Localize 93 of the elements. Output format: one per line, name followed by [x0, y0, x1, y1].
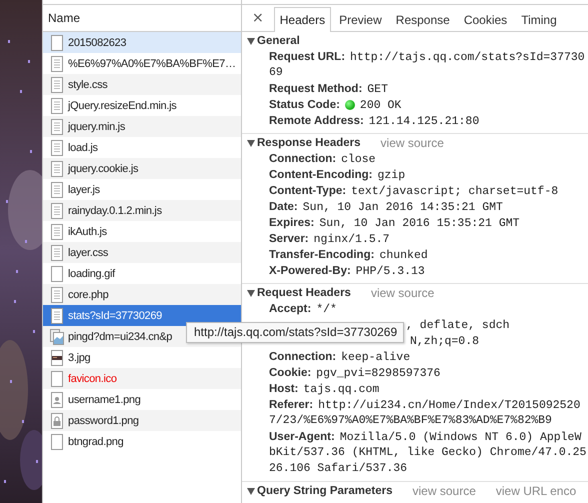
blank-file-icon	[50, 370, 64, 386]
column-header[interactable]: Name	[48, 11, 80, 25]
tab[interactable]: Response	[390, 7, 456, 31]
request-row[interactable]: layer.css	[43, 242, 241, 263]
document-icon	[50, 244, 64, 260]
header-name: Request Method:	[269, 83, 362, 95]
header-name: Content-Encoding:	[269, 169, 372, 181]
tab[interactable]: Timing	[515, 7, 563, 31]
header-name: Cookie:	[269, 367, 312, 379]
section-title[interactable]: General	[257, 35, 300, 47]
header-value: nginx/1.5.7	[314, 232, 390, 246]
header-name: Connection:	[269, 351, 336, 363]
request-row[interactable]: jquery.cookie.js	[43, 158, 241, 179]
header-name: Host:	[269, 383, 298, 395]
document-icon	[50, 286, 64, 302]
tab[interactable]: Headers	[274, 7, 332, 32]
request-row[interactable]: stats?sId=37730269	[43, 305, 241, 326]
section-title[interactable]: Query String Parameters	[257, 485, 393, 497]
header-value: GET	[367, 82, 388, 96]
header-name: X-Powered-By:	[269, 265, 351, 277]
view-link[interactable]: view URL enco	[496, 484, 576, 498]
header-value: http://ui234.cn/Home/Index/T2015092520	[318, 398, 580, 412]
header-value: tajs.qq.com	[303, 382, 380, 396]
document-icon	[50, 56, 64, 72]
header-value: gzip	[377, 168, 406, 182]
user-file-icon	[50, 392, 64, 408]
header-value: Sun, 10 Jan 2016 15:35:21 GMT	[319, 216, 520, 230]
header-name: Remote Address:	[269, 115, 364, 127]
request-row[interactable]: style.css	[43, 74, 241, 95]
header-value: PHP/5.3.13	[356, 264, 425, 278]
document-icon	[50, 118, 64, 134]
disclosure-triangle-icon[interactable]	[247, 36, 255, 46]
document-icon	[50, 308, 64, 324]
status-dot	[344, 100, 355, 110]
header-name: Status Code:	[269, 99, 340, 111]
header-value: http://tajs.qq.com/stats?sId=37730	[350, 50, 585, 64]
header-value: N,zh;q=0.8	[410, 334, 480, 348]
disclosure-triangle-icon[interactable]	[247, 486, 255, 496]
document-icon	[50, 140, 64, 156]
header-name: Expires:	[269, 217, 314, 229]
header-value: */*	[316, 302, 337, 316]
header-value: 121.14.125.21:80	[368, 114, 480, 128]
header-name: Accept:	[269, 303, 312, 315]
section-title[interactable]: Response Headers	[257, 137, 361, 149]
header-value: close	[341, 152, 376, 166]
document-icon	[50, 224, 64, 240]
header-name: Connection:	[269, 153, 336, 165]
lock-file-icon	[50, 412, 64, 428]
document-icon	[50, 76, 64, 92]
request-row[interactable]: rainyday.0.1.2.min.js	[43, 200, 241, 221]
image-files-icon	[50, 328, 64, 344]
document-icon	[50, 182, 64, 198]
document-icon	[50, 98, 64, 114]
request-row[interactable]: core.php	[43, 284, 241, 305]
header-value: chunked	[379, 248, 428, 262]
request-row[interactable]: jquery.min.js	[43, 116, 241, 137]
url-tooltip: http://tajs.qq.com/stats?sId=37730269	[186, 322, 404, 343]
header-value: bKit/537.36 (KHTML, like Gecko) Chrome/47.0.25	[269, 445, 588, 461]
header-value: Mozilla/5.0 (Windows NT 6.0) AppleW	[340, 430, 582, 444]
header-value: keep-alive	[341, 350, 410, 364]
disclosure-triangle-icon[interactable]	[247, 288, 255, 298]
header-name: User-Agent:	[269, 431, 335, 443]
request-row[interactable]: favicon.ico	[43, 368, 241, 389]
view-link[interactable]: view source	[412, 484, 476, 498]
header-value: text/javascript; charset=utf-8	[351, 184, 558, 198]
header-name: Server:	[269, 233, 309, 245]
header-name: Request URL:	[269, 51, 346, 63]
request-row[interactable]: password1.png	[43, 410, 241, 431]
tab[interactable]: Preview	[333, 7, 388, 31]
header-value: pgv_pvi=8298597376	[316, 366, 440, 380]
view-link[interactable]: view source	[380, 136, 444, 150]
header-value: 69	[269, 65, 284, 81]
disclosure-triangle-icon[interactable]	[247, 138, 255, 148]
image-file-icon	[50, 350, 64, 366]
tab[interactable]: Cookies	[458, 7, 514, 31]
header-name: Date:	[269, 201, 298, 213]
section-title[interactable]: Request Headers	[257, 287, 351, 299]
header-name: Referer:	[269, 399, 314, 411]
header-name: Content-Type:	[269, 185, 346, 197]
blank-file-icon	[50, 434, 64, 450]
blank-file-icon	[50, 266, 64, 282]
header-value: Sun, 10 Jan 2016 14:35:21 GMT	[302, 200, 503, 214]
request-row[interactable]: 2015082623	[43, 32, 241, 53]
header-name: Transfer-Encoding:	[269, 249, 374, 261]
view-link[interactable]: view source	[370, 286, 434, 300]
document-icon	[50, 160, 64, 176]
header-value: 200 OK	[360, 98, 402, 112]
blank-file-icon	[50, 34, 64, 50]
header-value: 7/23/%E6%97%A0%E7%BA%BF%E7%83%AD%E7%82%B9	[269, 413, 553, 429]
document-icon	[50, 202, 64, 218]
header-value: 26.106 Safari/537.36	[269, 461, 408, 477]
header-value: , deflate, sdch	[406, 318, 510, 332]
close-button[interactable]: ×	[247, 5, 269, 31]
